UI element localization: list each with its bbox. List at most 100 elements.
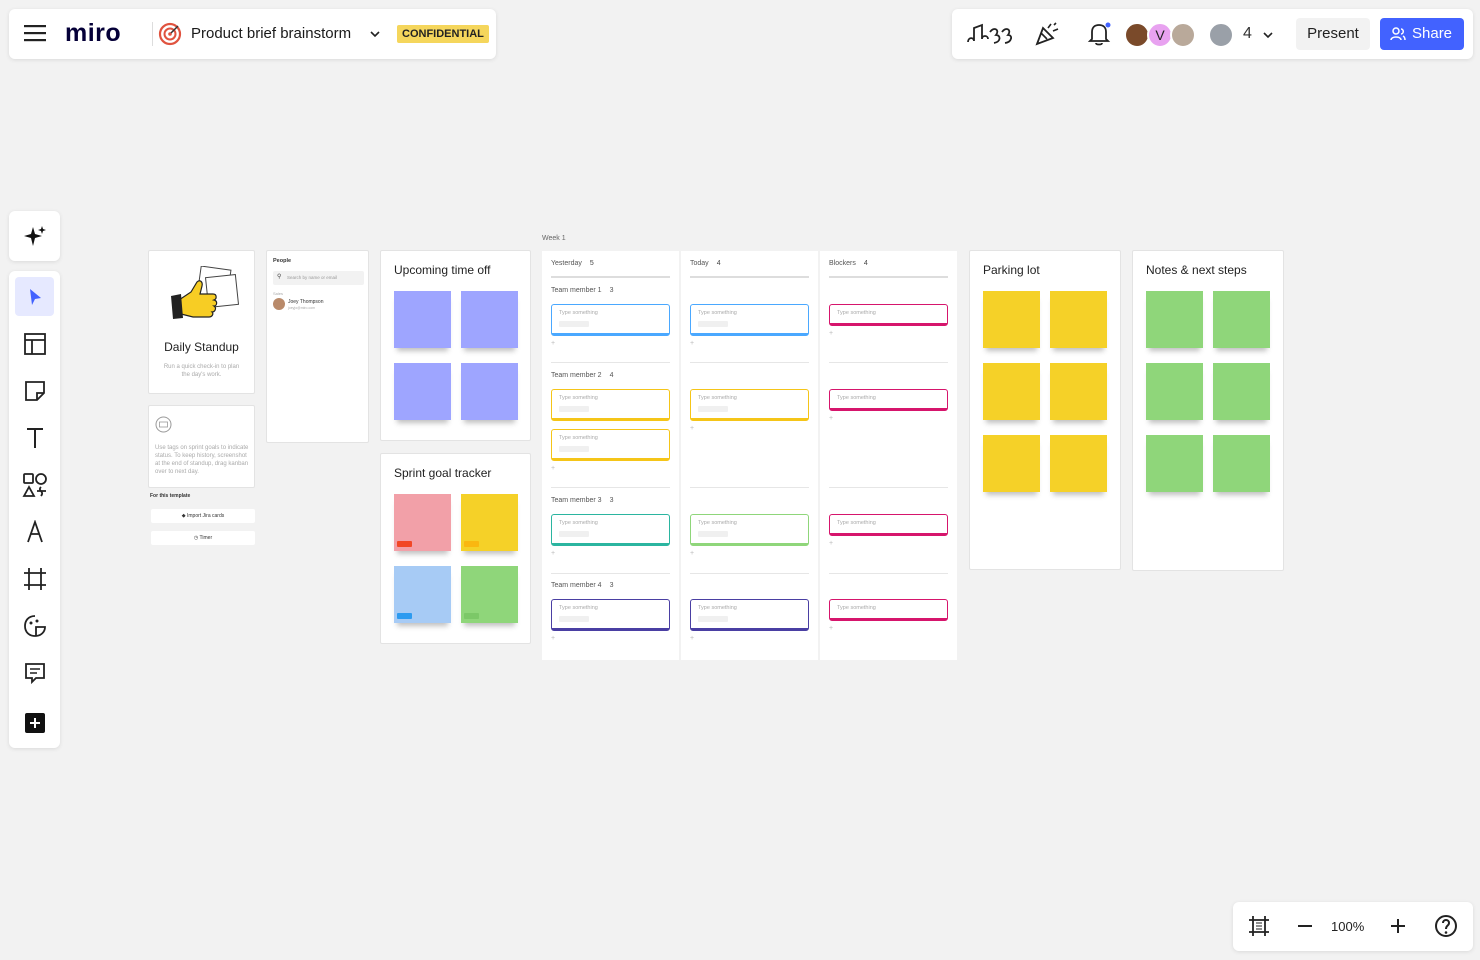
add-card-button[interactable]: + <box>690 635 694 642</box>
sticky-note[interactable] <box>461 494 518 551</box>
text-tool[interactable] <box>15 418 54 457</box>
add-card-button[interactable]: + <box>829 540 833 547</box>
sticky-note[interactable] <box>461 363 518 420</box>
sticky-note[interactable] <box>394 494 451 551</box>
kanban-column-1[interactable]: Today 4 Type something + Type something + Type… <box>681 251 818 660</box>
placeholder-bar <box>698 406 728 412</box>
card-input[interactable]: Type something <box>829 514 948 536</box>
add-card-button[interactable]: + <box>551 635 555 642</box>
sticky-note[interactable] <box>1050 291 1107 348</box>
comment-tool[interactable] <box>15 653 54 692</box>
kanban-column-2[interactable]: Blockers 4 Type something + Type something + T… <box>820 251 957 660</box>
add-card-button[interactable]: + <box>829 330 833 337</box>
sticky-note[interactable] <box>983 363 1040 420</box>
card-input[interactable]: Type something <box>829 389 948 411</box>
templates-tool[interactable] <box>15 324 54 363</box>
sticky-note-tool[interactable] <box>15 371 54 410</box>
for-this-template-label: For this template <box>150 493 191 499</box>
ai-sparkle-button[interactable] <box>15 217 54 256</box>
add-card-button[interactable]: + <box>551 340 555 347</box>
sticky-note[interactable] <box>1050 435 1107 492</box>
row-divider <box>829 573 948 574</box>
card-input[interactable]: Type something <box>690 389 809 421</box>
help-icon[interactable] <box>1434 914 1458 938</box>
card-input[interactable]: Type something <box>551 389 670 421</box>
sticky-note[interactable] <box>1213 291 1270 348</box>
sticky-note[interactable] <box>1213 435 1270 492</box>
people-search-input[interactable]: ⚲ Search by name or email <box>273 271 364 285</box>
templates-icon <box>23 332 46 355</box>
add-card-button[interactable]: + <box>690 550 694 557</box>
notes-next-steps-frame[interactable]: Notes & next steps <box>1132 250 1284 571</box>
card-input[interactable]: Type something <box>551 429 670 461</box>
people-card[interactable]: People ⚲ Search by name or email Sales J… <box>266 250 369 443</box>
hamburger-menu-icon[interactable] <box>24 24 46 42</box>
board-title[interactable]: Product brief brainstorm <box>191 25 351 42</box>
card-input[interactable]: Type something <box>829 304 948 326</box>
instructions-card[interactable]: Use tags on sprint goals to indicate sta… <box>148 405 255 488</box>
parking-lot-frame[interactable]: Parking lot <box>969 250 1121 570</box>
zoom-level[interactable]: 100% <box>1331 919 1364 934</box>
sparkle-icon <box>23 225 46 246</box>
thumbs-up-illustration <box>171 266 240 319</box>
card-input[interactable]: Type something <box>551 599 670 631</box>
frame-tool[interactable] <box>15 559 54 598</box>
person-email: joeyjo@miro.com <box>288 306 316 310</box>
card-input[interactable]: Type something <box>551 304 670 336</box>
sticky-note[interactable] <box>394 566 451 623</box>
chevron-down-icon[interactable] <box>1261 28 1275 42</box>
card-input[interactable]: Type something <box>551 514 670 546</box>
standup-title-card[interactable]: Daily Standup Run a quick check-in to pl… <box>148 250 255 394</box>
divider <box>152 22 153 46</box>
sticker-tool[interactable] <box>15 606 54 645</box>
column-name: Blockers <box>829 260 856 267</box>
sticky-note[interactable] <box>1146 363 1203 420</box>
notifications-bell-icon[interactable] <box>1084 20 1114 48</box>
collaborator-count[interactable]: 4 <box>1243 25 1252 43</box>
kanban-column-0[interactable]: Yesterday 5 Team member 1 3 Type something + T… <box>542 251 679 660</box>
sticky-note[interactable] <box>394 291 451 348</box>
sticky-note[interactable] <box>394 363 451 420</box>
card-input[interactable]: Type something <box>690 514 809 546</box>
present-button[interactable]: Present <box>1296 18 1370 50</box>
add-card-button[interactable]: + <box>690 340 694 347</box>
avatar[interactable] <box>1208 22 1234 48</box>
info-icon <box>155 416 172 433</box>
sticky-note[interactable] <box>461 566 518 623</box>
add-card-button[interactable]: + <box>690 425 694 432</box>
avatar[interactable] <box>1170 22 1196 48</box>
sprint-goal-tracker-frame[interactable]: Sprint goal tracker <box>380 453 531 644</box>
sticky-note[interactable] <box>983 291 1040 348</box>
card-input[interactable]: Type something <box>690 599 809 631</box>
sticky-note[interactable] <box>1146 435 1203 492</box>
share-button[interactable]: Share <box>1380 18 1464 50</box>
upcoming-time-off-frame[interactable]: Upcoming time off <box>380 250 531 441</box>
sticky-note[interactable] <box>1050 363 1107 420</box>
sticky-note[interactable] <box>1213 363 1270 420</box>
shapes-tool[interactable] <box>15 465 54 504</box>
sticky-note[interactable] <box>461 291 518 348</box>
reactions-icon[interactable] <box>964 20 1012 48</box>
zoom-out-icon[interactable] <box>1295 914 1315 938</box>
card-input[interactable]: Type something <box>829 599 948 621</box>
sticky-note[interactable] <box>983 435 1040 492</box>
add-card-button[interactable]: + <box>551 465 555 472</box>
timer-button[interactable]: ◷ Timer <box>151 531 255 545</box>
import-jira-button[interactable]: ◆ Import Jira cards <box>151 509 255 523</box>
person-name: Joey Thompson <box>288 299 324 305</box>
frame-icon <box>23 567 46 590</box>
miro-logo[interactable]: miro <box>65 19 121 48</box>
pen-tool[interactable] <box>15 512 54 551</box>
row-count: 3 <box>609 287 614 294</box>
more-tools-button[interactable] <box>15 703 54 742</box>
celebrate-icon[interactable] <box>1032 20 1062 48</box>
card-input[interactable]: Type something <box>690 304 809 336</box>
add-card-button[interactable]: + <box>829 625 833 632</box>
sticky-note[interactable] <box>1146 291 1203 348</box>
select-tool[interactable] <box>15 277 54 316</box>
add-card-button[interactable]: + <box>551 550 555 557</box>
zoom-in-icon[interactable] <box>1388 914 1408 938</box>
chevron-down-icon[interactable] <box>368 27 382 41</box>
fit-to-screen-icon[interactable] <box>1247 914 1271 938</box>
add-card-button[interactable]: + <box>829 415 833 422</box>
